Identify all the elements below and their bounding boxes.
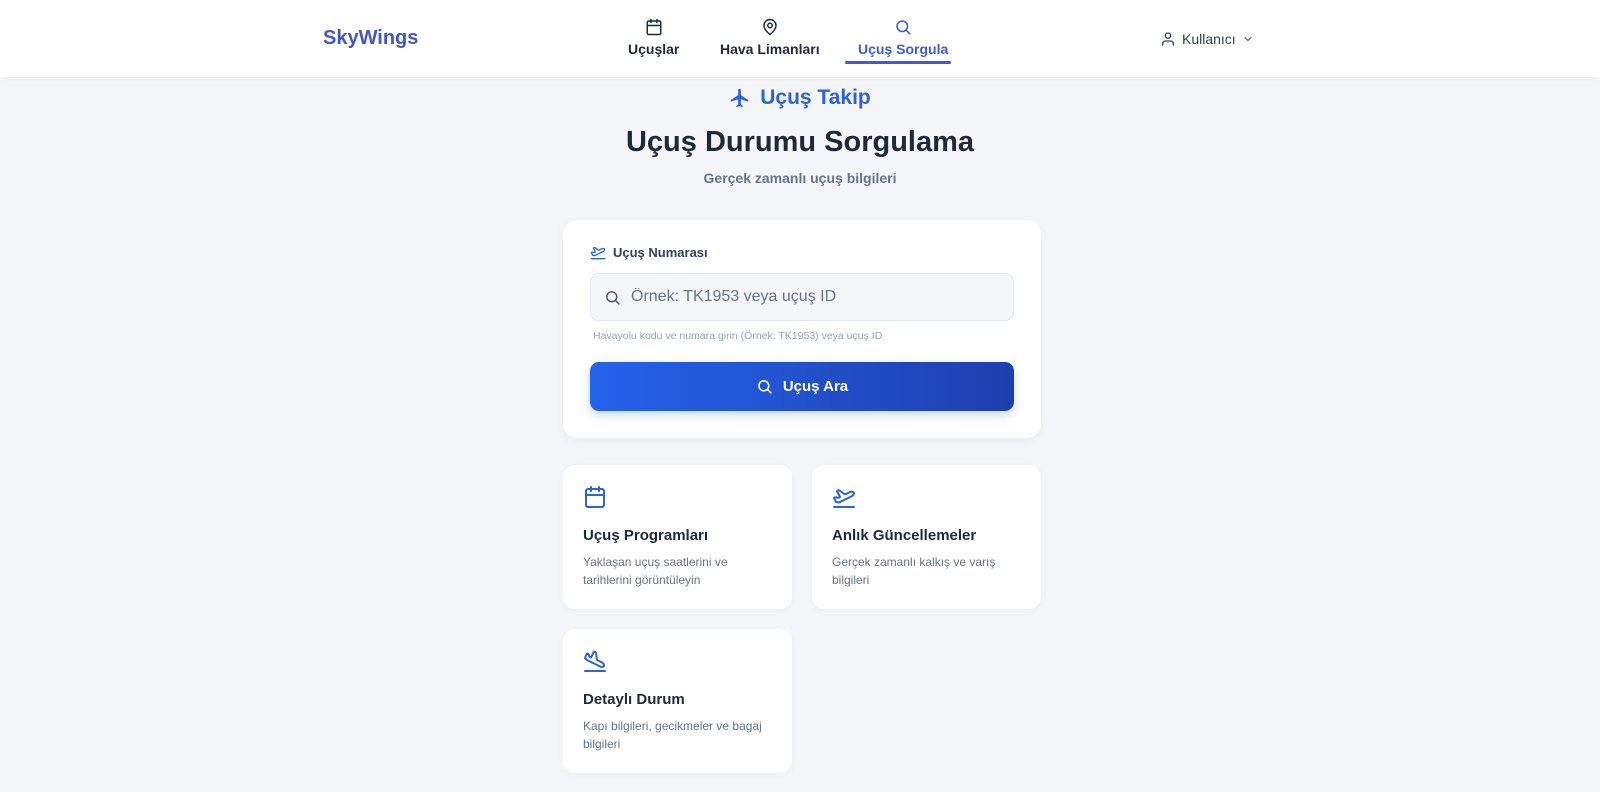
user-icon bbox=[1162, 32, 1174, 46]
calendar-icon bbox=[585, 486, 605, 508]
flight-number-hint: Havayolu kodu ve numara girin (Örnek: TK… bbox=[593, 330, 883, 342]
hero-tag: Uçuş Takip bbox=[0, 86, 1600, 110]
map-pin-icon bbox=[763, 18, 777, 36]
page-title: Uçuş Durumu Sorgulama bbox=[625, 126, 975, 158]
nav-item-flights[interactable]: Uçuşlar bbox=[628, 18, 679, 64]
flight-search-card: Uçuş Numarası Havayolu kodu ve numara gi… bbox=[563, 220, 1041, 438]
nav-label-airports: Hava Limanları bbox=[720, 41, 820, 57]
search-flight-button[interactable]: Uçuş Ara bbox=[590, 362, 1014, 411]
feature-title: Detaylı Durum bbox=[583, 691, 685, 708]
user-menu-label: Kullanıcı bbox=[1182, 31, 1236, 47]
user-menu[interactable]: Kullanıcı bbox=[1160, 28, 1254, 50]
feature-description: Kapı bilgileri, gecikmeler ve bagaj bilg… bbox=[583, 719, 762, 751]
calendar-icon bbox=[646, 18, 662, 36]
flight-number-input[interactable] bbox=[631, 274, 1011, 320]
feature-description: Yaklaşan uçuş saatlerini ve tarihlerini … bbox=[583, 555, 728, 587]
page-subtitle: Gerçek zamanlı uçuş bilgileri bbox=[703, 170, 897, 186]
nav-item-flight-search[interactable]: Uçuş Sorgula bbox=[858, 18, 948, 64]
plane-takeoff-icon bbox=[590, 246, 606, 260]
flight-number-label: Uçuş Numarası bbox=[590, 244, 708, 260]
search-flight-button-label: Uçuş Ara bbox=[782, 378, 849, 395]
nav-item-airports[interactable]: Hava Limanları bbox=[720, 18, 820, 64]
plane-landing-icon bbox=[584, 650, 606, 672]
search-icon bbox=[896, 20, 911, 35]
search-icon bbox=[757, 380, 772, 394]
top-navbar: SkyWings Uçuşlar Hava Limanları Uçuş Sor… bbox=[0, 0, 1600, 77]
flight-number-label-text: Uçuş Numarası bbox=[613, 244, 708, 260]
active-tab-indicator bbox=[845, 61, 951, 64]
chevron-down-icon bbox=[1244, 36, 1252, 42]
feature-card-live-updates: Anlık Güncellemeler Gerçek zamanlı kalkı… bbox=[812, 465, 1041, 609]
hero-tag-label: Uçuş Takip bbox=[760, 86, 871, 109]
feature-title: Anlık Güncellemeler bbox=[832, 527, 977, 544]
nav-label-flights: Uçuşlar bbox=[628, 41, 680, 57]
flight-search-field bbox=[590, 273, 1014, 321]
search-icon bbox=[606, 291, 620, 305]
feature-card-detailed-status: Detaylı Durum Kapı bilgileri, gecikmeler… bbox=[563, 629, 792, 773]
plane-icon bbox=[731, 88, 749, 108]
feature-description: Gerçek zamanlı kalkış ve varış bilgileri bbox=[832, 555, 996, 587]
feature-card-schedules: Uçuş Programları Yaklaşan uçuş saatlerin… bbox=[563, 465, 792, 609]
nav-label-flight-search: Uçuş Sorgula bbox=[858, 41, 949, 57]
feature-title: Uçuş Programları bbox=[583, 527, 709, 544]
brand-logo[interactable]: SkyWings bbox=[323, 27, 418, 50]
plane-takeoff-icon bbox=[833, 489, 856, 508]
